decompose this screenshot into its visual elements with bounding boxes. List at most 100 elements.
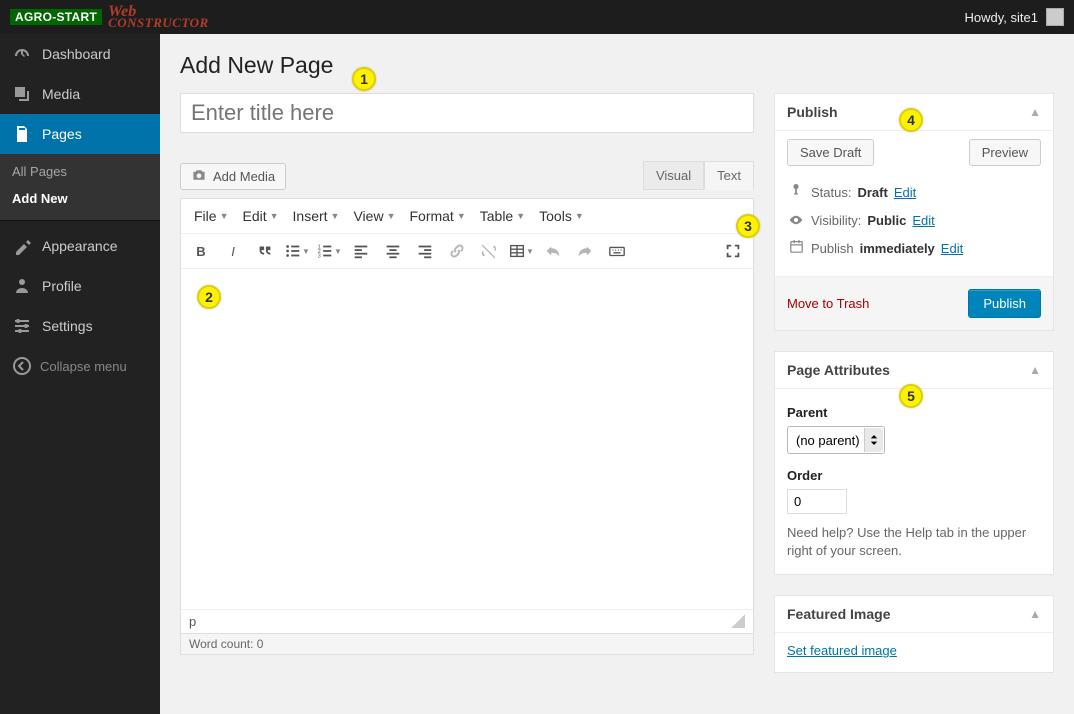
- blockquote-button[interactable]: [251, 238, 279, 264]
- tab-visual[interactable]: Visual: [643, 161, 704, 190]
- svg-text:3: 3: [318, 253, 321, 259]
- menu-format[interactable]: Format▼: [402, 203, 472, 229]
- editor-canvas[interactable]: 2: [181, 269, 753, 609]
- annotation-badge-2: 2: [197, 285, 221, 309]
- unlink-button[interactable]: [475, 238, 503, 264]
- bullet-list-button[interactable]: ▼: [283, 238, 311, 264]
- annotation-badge-4: 4: [899, 108, 923, 132]
- sidebar-item-label: Profile: [42, 278, 82, 294]
- annotation-badge-5: 5: [899, 384, 923, 408]
- publish-box: Publish ▲ 4 Save Draft Preview Status: D…: [774, 93, 1054, 331]
- menu-insert[interactable]: Insert▼: [286, 203, 347, 229]
- menu-view[interactable]: View▼: [346, 203, 402, 229]
- move-to-trash-link[interactable]: Move to Trash: [787, 296, 869, 311]
- publish-button[interactable]: Publish: [968, 289, 1041, 318]
- menu-tools[interactable]: Tools▼: [532, 203, 591, 229]
- calendar-icon: [787, 240, 805, 256]
- admin-sidebar: Dashboard Media Pages All Pages Add New …: [0, 34, 160, 714]
- element-path[interactable]: p: [189, 614, 196, 629]
- numbered-list-button[interactable]: 123▼: [315, 238, 343, 264]
- media-icon: [12, 84, 32, 104]
- editor-status: Word count: 0: [181, 633, 753, 654]
- annotation-badge-3: 3: [736, 214, 760, 238]
- editor-toolbar: B I ▼ 123▼ ▼: [181, 234, 753, 269]
- logo-bottom: CONSTRUCTOR: [108, 18, 209, 28]
- account-menu[interactable]: Howdy, site1: [965, 8, 1064, 26]
- align-right-button[interactable]: [411, 238, 439, 264]
- toggle-icon: ▲: [1029, 105, 1041, 119]
- help-text: Need help? Use the Help tab in the upper…: [787, 524, 1041, 560]
- edit-visibility-link[interactable]: Edit: [912, 213, 934, 228]
- preview-button[interactable]: Preview: [969, 139, 1041, 166]
- table-button[interactable]: ▼: [507, 238, 535, 264]
- featured-title: Featured Image: [787, 606, 890, 622]
- italic-button[interactable]: I: [219, 238, 247, 264]
- fullscreen-button[interactable]: [719, 238, 747, 264]
- undo-button[interactable]: [539, 238, 567, 264]
- visibility-value: Public: [867, 213, 906, 228]
- attributes-title: Page Attributes: [787, 362, 890, 378]
- editor-menubar: File▼ Edit▼ Insert▼ View▼ Format▼ Table▼…: [181, 199, 753, 234]
- sidebar-item-dashboard[interactable]: Dashboard: [0, 34, 160, 74]
- sidebar-item-media[interactable]: Media: [0, 74, 160, 114]
- admin-bar: AGRO-START Web CONSTRUCTOR Howdy, site1: [0, 0, 1074, 34]
- greeting-text: Howdy, site1: [965, 10, 1038, 25]
- schedule-label: Publish: [811, 241, 854, 256]
- tab-text[interactable]: Text: [704, 161, 754, 190]
- pages-icon: [12, 124, 32, 144]
- set-featured-image-link[interactable]: Set featured image: [787, 643, 897, 658]
- sidebar-item-appearance[interactable]: Appearance: [0, 226, 160, 266]
- sidebar-item-label: Appearance: [42, 238, 118, 254]
- collapse-menu[interactable]: Collapse menu: [0, 346, 160, 386]
- save-draft-button[interactable]: Save Draft: [787, 139, 874, 166]
- title-input[interactable]: [180, 93, 754, 133]
- sidebar-item-profile[interactable]: Profile: [0, 266, 160, 306]
- add-media-button[interactable]: Add Media: [180, 163, 286, 190]
- keyboard-button[interactable]: [603, 238, 631, 264]
- menu-edit[interactable]: Edit▼: [235, 203, 285, 229]
- menu-table[interactable]: Table▼: [473, 203, 532, 229]
- sidebar-item-label: Settings: [42, 318, 93, 334]
- status-value: Draft: [857, 185, 887, 200]
- redo-button[interactable]: [571, 238, 599, 264]
- visibility-label: Visibility:: [811, 213, 861, 228]
- annotation-badge-1: 1: [352, 67, 376, 91]
- page-title: Add New Page: [180, 52, 1054, 79]
- add-media-label: Add Media: [213, 169, 275, 184]
- pin-icon: [787, 184, 805, 201]
- avatar: [1046, 8, 1064, 26]
- sidebar-item-label: Pages: [42, 126, 82, 142]
- sidebar-item-label: Dashboard: [42, 46, 111, 62]
- featured-header[interactable]: Featured Image ▲: [775, 596, 1053, 633]
- word-count: Word count: 0: [189, 637, 263, 651]
- order-input[interactable]: [787, 489, 847, 514]
- toggle-icon: ▲: [1029, 363, 1041, 377]
- resize-handle[interactable]: [731, 614, 745, 628]
- sidebar-item-settings[interactable]: Settings: [0, 306, 160, 346]
- sidebar-item-label: Media: [42, 86, 80, 102]
- align-center-button[interactable]: [379, 238, 407, 264]
- eye-icon: [787, 213, 805, 228]
- site-logo[interactable]: AGRO-START Web CONSTRUCTOR: [10, 6, 209, 28]
- link-button[interactable]: [443, 238, 471, 264]
- page-attributes-box: Page Attributes ▲ 5 Parent (no parent) O…: [774, 351, 1054, 575]
- profile-icon: [12, 276, 32, 296]
- align-left-button[interactable]: [347, 238, 375, 264]
- parent-select[interactable]: (no parent): [787, 426, 885, 454]
- edit-schedule-link[interactable]: Edit: [941, 241, 963, 256]
- bold-button[interactable]: B: [187, 238, 215, 264]
- main-content: Add New Page 1 Add Media Visual Text Fil…: [160, 34, 1074, 714]
- edit-status-link[interactable]: Edit: [894, 185, 916, 200]
- featured-image-box: Featured Image ▲ Set featured image: [774, 595, 1054, 673]
- menu-file[interactable]: File▼: [187, 203, 235, 229]
- status-label: Status:: [811, 185, 851, 200]
- collapse-label: Collapse menu: [40, 359, 127, 374]
- settings-icon: [12, 316, 32, 336]
- collapse-icon: [12, 356, 32, 376]
- submenu-all-pages[interactable]: All Pages: [0, 158, 160, 185]
- sidebar-item-pages[interactable]: Pages: [0, 114, 160, 154]
- toggle-icon: ▲: [1029, 607, 1041, 621]
- schedule-value: immediately: [860, 241, 935, 256]
- publish-title: Publish: [787, 104, 838, 120]
- submenu-add-new[interactable]: Add New: [0, 185, 160, 212]
